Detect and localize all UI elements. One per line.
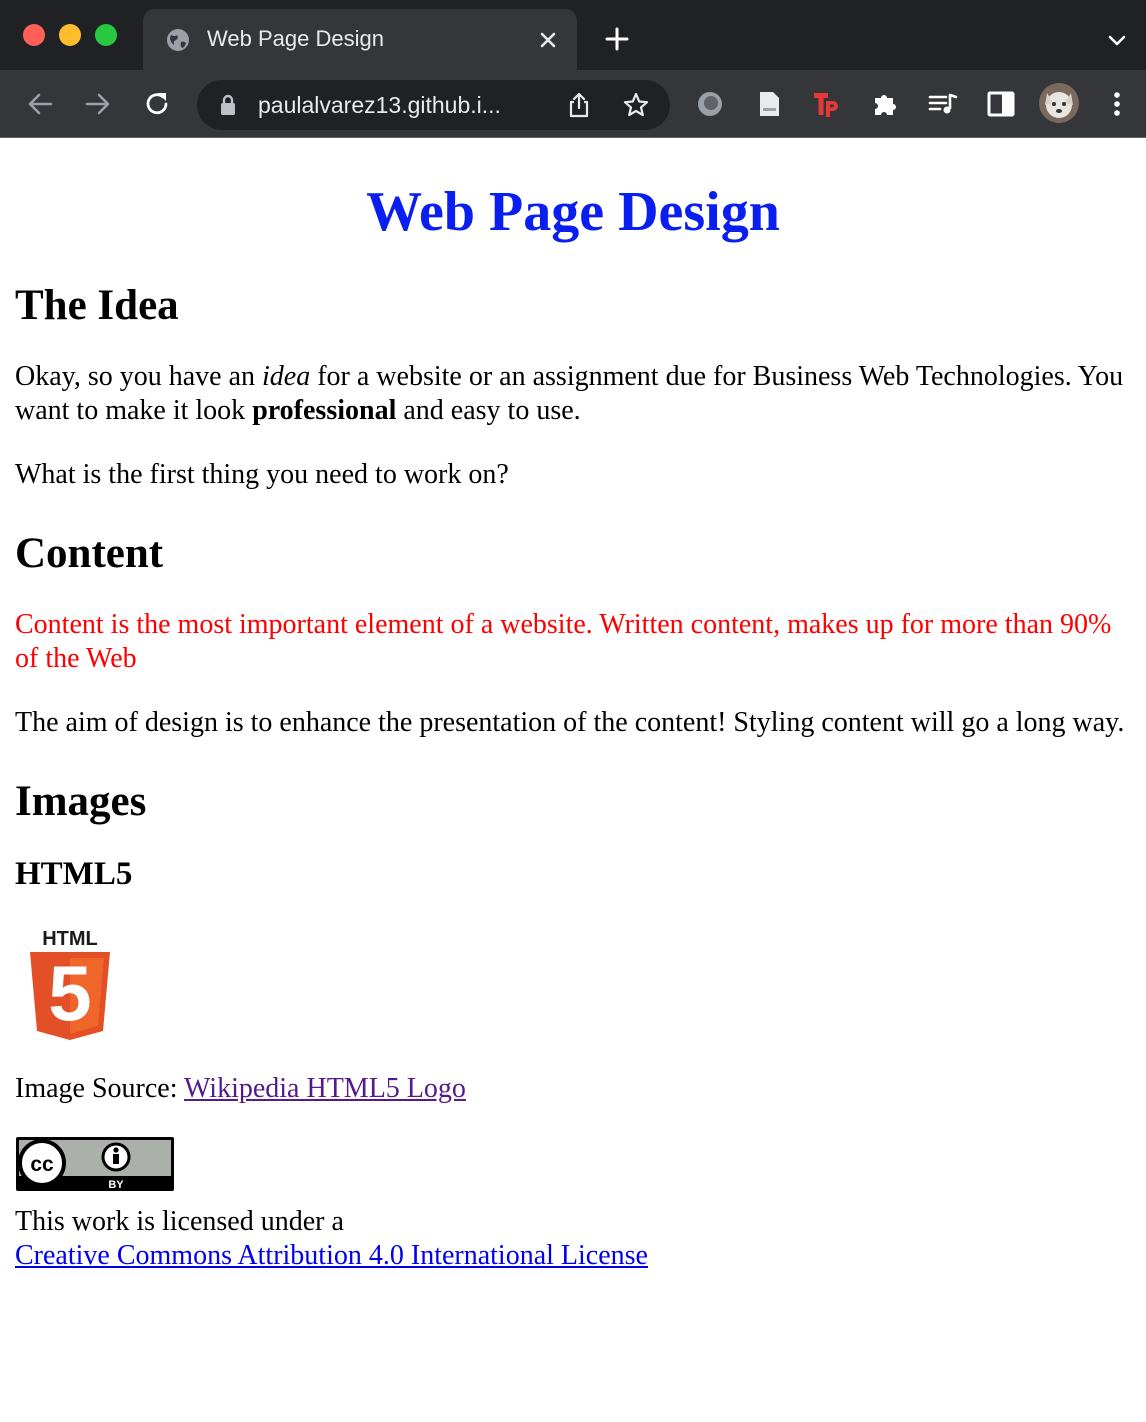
tab-strip: Web Page Design [0, 0, 1146, 70]
lock-icon[interactable] [219, 94, 237, 116]
wikipedia-html5-logo-link[interactable]: Wikipedia HTML5 Logo [184, 1073, 466, 1104]
bookmark-star-icon[interactable] [622, 91, 650, 119]
idea-paragraph: Okay, so you have an idea for a website … [15, 360, 1131, 428]
media-queue-icon[interactable] [928, 89, 958, 119]
section-heading-content: Content [15, 530, 164, 577]
profile-picture-icon [1039, 83, 1079, 123]
section-heading-images: Images [15, 778, 147, 825]
address-bar[interactable]: paulalvarez13.github.i... [197, 80, 670, 130]
minimize-window-button[interactable] [59, 24, 81, 46]
forward-arrow-icon[interactable] [83, 89, 113, 119]
browser-toolbar: paulalvarez13.github.i... [0, 70, 1146, 138]
back-arrow-icon[interactable] [25, 89, 55, 119]
cc-by-license-badge[interactable]: cc BY [15, 1136, 175, 1192]
subheading-html5: HTML5 [15, 856, 133, 892]
more-menu-icon[interactable] [1102, 89, 1132, 119]
license-text: This work is licensed under a [15, 1206, 344, 1237]
cc-badge-by: BY [108, 1179, 124, 1191]
html5-logo-image: HTML 5 [30, 928, 110, 1040]
image-source-line: Image Source: Wikipedia HTML5 Logo [15, 1072, 1131, 1106]
new-tab-icon[interactable] [603, 25, 631, 53]
globe-icon [167, 29, 189, 51]
document-extension-icon[interactable] [754, 89, 784, 119]
profile-avatar[interactable] [1039, 83, 1079, 123]
extensions-puzzle-icon[interactable] [870, 89, 900, 119]
page-content: Web Page Design The Idea Okay, so you ha… [0, 180, 1146, 1273]
active-tab[interactable]: Web Page Design [143, 9, 577, 70]
idea-strong: professional [252, 395, 397, 426]
close-tab-icon[interactable] [536, 28, 560, 52]
section-heading-idea: The Idea [15, 282, 179, 329]
idea-text-end: and easy to use. [396, 395, 581, 426]
html5-logo-number: 5 [48, 949, 91, 1037]
content-highlight-paragraph: Content is the most important element of… [15, 609, 1112, 674]
url-text[interactable]: paulalvarez13.github.i... [258, 92, 501, 119]
image-source-label: Image Source: [15, 1073, 184, 1104]
close-window-button[interactable] [23, 24, 45, 46]
reload-icon[interactable] [142, 89, 172, 119]
idea-emphasis: idea [262, 361, 311, 392]
idea-question: What is the first thing you need to work… [15, 459, 509, 490]
extension-circle-icon[interactable] [695, 89, 725, 119]
idea-text-start: Okay, so you have an [15, 361, 263, 392]
creative-commons-license-link[interactable]: Creative Commons Attribution 4.0 Interna… [15, 1240, 648, 1271]
html5-logo-wordmark: HTML [42, 928, 98, 950]
side-panel-icon[interactable] [986, 89, 1016, 119]
license-text-block: This work is licensed under a Creative C… [15, 1205, 1131, 1273]
tab-search-chevron-icon[interactable] [1104, 28, 1130, 54]
share-icon[interactable] [565, 91, 593, 119]
tp-extension-icon[interactable] [812, 89, 842, 119]
tab-title: Web Page Design [207, 26, 384, 51]
page-title: Web Page Design [366, 181, 780, 243]
maximize-window-button[interactable] [95, 24, 117, 46]
cc-badge-symbol: cc [30, 1153, 54, 1176]
content-paragraph: The aim of design is to enhance the pres… [15, 707, 1125, 738]
